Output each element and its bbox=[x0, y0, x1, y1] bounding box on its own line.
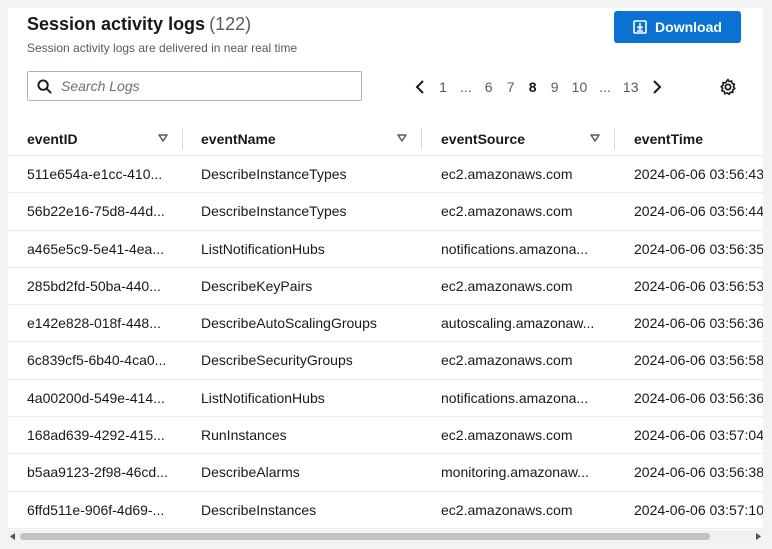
download-icon bbox=[633, 20, 647, 34]
cell-eventid: 285bd2fd-50ba-440... bbox=[27, 277, 161, 294]
cell-eventsource: ec2.amazonaws.com bbox=[441, 166, 573, 182]
horizontal-scrollbar[interactable] bbox=[8, 530, 763, 543]
table-body: 511e654a-e1cc-410... DescribeInstanceTyp… bbox=[8, 156, 763, 529]
scroll-left-arrow-icon[interactable] bbox=[10, 533, 16, 540]
caret-down-icon[interactable] bbox=[590, 134, 600, 142]
next-page-button[interactable] bbox=[645, 74, 669, 100]
cell-eventsource: notifications.amazona... bbox=[441, 389, 589, 406]
table-row[interactable]: 6ffd511e-906f-4d69-... DescribeInstances… bbox=[8, 492, 763, 529]
cell-eventtime: 2024-06-06 03:57:10. bbox=[634, 501, 763, 518]
session-logs-panel: Session activity logs (122) Session activ… bbox=[8, 8, 763, 543]
cell-eventname: DescribeAlarms bbox=[201, 464, 300, 481]
cell-eventid: 56b22e16-75d8-44d... bbox=[27, 203, 165, 220]
table-header: eventID eventName eventSource eventTime bbox=[8, 122, 763, 156]
cell-eventtime: 2024-06-06 03:56:36. bbox=[634, 389, 763, 406]
cell-eventid: a465e5c9-5e41-4ea... bbox=[27, 240, 164, 257]
page-subtitle: Session activity logs are delivered in n… bbox=[27, 41, 298, 55]
cell-eventsource: autoscaling.amazonaw... bbox=[441, 315, 595, 332]
cell-eventtime: 2024-06-06 03:56:53. bbox=[634, 277, 763, 294]
cell-eventsource: ec2.amazonaws.com bbox=[441, 427, 573, 444]
cell-eventid: 6c839cf5-6b40-4ca0... bbox=[27, 352, 167, 369]
cell-eventtime: 2024-06-06 03:57:04. bbox=[634, 427, 763, 444]
cell-eventid: 511e654a-e1cc-410... bbox=[27, 166, 163, 182]
chevron-right-icon bbox=[652, 80, 661, 94]
caret-down-icon[interactable] bbox=[158, 134, 168, 142]
cell-eventid: 4a00200d-549e-414... bbox=[27, 389, 165, 406]
log-count: (122) bbox=[209, 14, 252, 34]
cell-eventid: e142e828-018f-448... bbox=[27, 315, 161, 332]
column-header-eventid[interactable]: eventID bbox=[27, 122, 78, 156]
cell-eventname: DescribeSecurityGroups bbox=[201, 352, 353, 369]
table-row[interactable]: 285bd2fd-50ba-440... DescribeKeyPairs ec… bbox=[8, 268, 763, 306]
caret-down-icon[interactable] bbox=[397, 134, 407, 142]
cell-eventname: RunInstances bbox=[201, 427, 287, 444]
cell-eventname: DescribeKeyPairs bbox=[201, 277, 313, 294]
chevron-left-icon bbox=[415, 80, 424, 94]
cell-eventtime: 2024-06-06 03:56:36. bbox=[634, 315, 763, 332]
cell-eventname: ListNotificationHubs bbox=[201, 240, 325, 257]
cell-eventname: ListNotificationHubs bbox=[201, 389, 325, 406]
table-row[interactable]: b5aa9123-2f98-46cd... DescribeAlarms mon… bbox=[8, 454, 763, 492]
column-divider[interactable] bbox=[421, 128, 422, 150]
cell-eventtime: 2024-06-06 03:56:58. bbox=[634, 352, 763, 369]
page-ellipsis: ... bbox=[460, 79, 472, 95]
cell-eventtime: 2024-06-06 03:56:35. bbox=[634, 240, 763, 257]
cell-eventid: 168ad639-4292-415... bbox=[27, 427, 165, 444]
cell-eventsource: notifications.amazona... bbox=[441, 240, 589, 257]
table-row[interactable]: 168ad639-4292-415... RunInstances ec2.am… bbox=[8, 417, 763, 455]
cell-eventid: 6ffd511e-906f-4d69-... bbox=[27, 501, 165, 518]
table-row[interactable]: 6c839cf5-6b40-4ca0... DescribeSecurityGr… bbox=[8, 342, 763, 380]
table-row[interactable]: e142e828-018f-448... DescribeAutoScaling… bbox=[8, 305, 763, 343]
gear-icon bbox=[720, 78, 736, 96]
table-row[interactable]: a465e5c9-5e41-4ea... ListNotificationHub… bbox=[8, 231, 763, 268]
cell-eventid: b5aa9123-2f98-46cd... bbox=[27, 464, 168, 481]
cell-eventtime: 2024-06-06 03:56:43. bbox=[634, 166, 763, 182]
scroll-right-arrow-icon[interactable] bbox=[755, 533, 761, 540]
cell-eventsource: ec2.amazonaws.com bbox=[441, 352, 573, 369]
cell-eventname: DescribeInstanceTypes bbox=[201, 166, 347, 182]
cell-eventtime: 2024-06-06 03:56:38. bbox=[634, 464, 763, 481]
page-9[interactable]: 9 bbox=[544, 74, 566, 100]
table-row[interactable]: 56b22e16-75d8-44d... DescribeInstanceTyp… bbox=[8, 193, 763, 231]
page-10[interactable]: 10 bbox=[566, 74, 594, 100]
search-icon bbox=[37, 78, 52, 94]
preferences-button[interactable] bbox=[719, 78, 739, 98]
cell-eventname: DescribeInstanceTypes bbox=[201, 203, 347, 220]
cell-eventsource: ec2.amazonaws.com bbox=[441, 203, 573, 220]
page-title: Session activity logs bbox=[27, 14, 206, 34]
download-button[interactable]: Download bbox=[614, 11, 741, 43]
cell-eventsource: ec2.amazonaws.com bbox=[441, 277, 573, 294]
page-6[interactable]: 6 bbox=[478, 74, 500, 100]
page-ellipsis: ... bbox=[599, 79, 611, 95]
download-label: Download bbox=[655, 19, 722, 35]
search-input[interactable] bbox=[59, 77, 333, 95]
table-row[interactable]: 511e654a-e1cc-410... DescribeInstanceTyp… bbox=[8, 156, 763, 194]
previous-page-button[interactable] bbox=[408, 74, 432, 100]
column-header-eventname[interactable]: eventName bbox=[201, 122, 276, 156]
cell-eventtime: 2024-06-06 03:56:44. bbox=[634, 203, 763, 220]
search-box[interactable] bbox=[27, 71, 362, 101]
scrollbar-thumb[interactable] bbox=[20, 533, 710, 540]
pagination: 1 ... 6 7 8 9 10 ... 13 bbox=[408, 74, 669, 100]
column-header-eventsource[interactable]: eventSource bbox=[441, 122, 525, 156]
page-13[interactable]: 13 bbox=[617, 74, 645, 100]
cell-eventsource: monitoring.amazonaw... bbox=[441, 464, 589, 481]
column-divider[interactable] bbox=[182, 128, 183, 150]
table-row[interactable]: 4a00200d-549e-414... ListNotificationHub… bbox=[8, 380, 763, 418]
column-divider[interactable] bbox=[614, 128, 615, 150]
column-header-eventtime[interactable]: eventTime bbox=[634, 122, 703, 156]
cell-eventname: DescribeAutoScalingGroups bbox=[201, 315, 377, 332]
header: Session activity logs (122) bbox=[27, 14, 251, 35]
page-1[interactable]: 1 bbox=[432, 74, 454, 100]
cell-eventname: DescribeInstances bbox=[201, 501, 317, 518]
page-8-current[interactable]: 8 bbox=[522, 74, 544, 100]
page-7[interactable]: 7 bbox=[500, 74, 522, 100]
cell-eventsource: ec2.amazonaws.com bbox=[441, 501, 573, 518]
